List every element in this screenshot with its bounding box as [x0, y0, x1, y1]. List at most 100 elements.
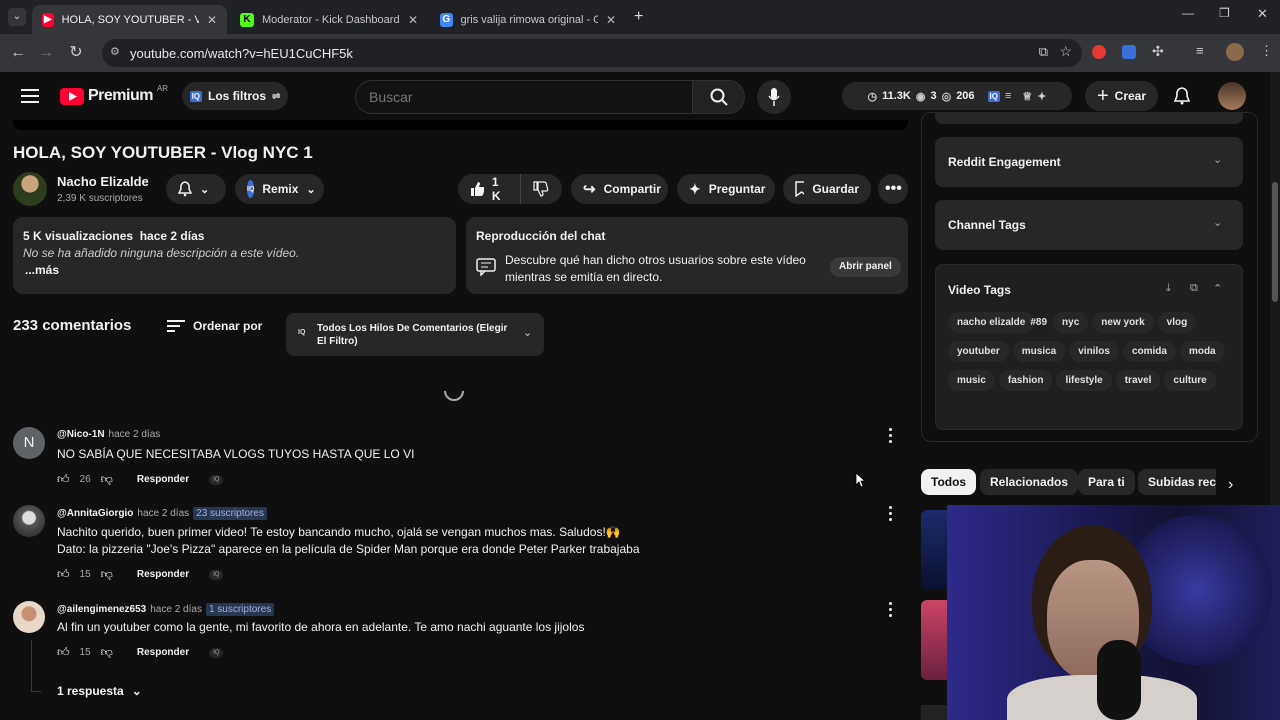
restore-icon[interactable]: ❐ [1219, 6, 1230, 20]
related-video-thumbnail[interactable] [921, 600, 949, 680]
video-tag[interactable]: vinilos [1069, 341, 1119, 362]
video-tag[interactable]: lifestyle [1056, 370, 1112, 391]
chip-related[interactable]: Relacionados [980, 469, 1079, 495]
copy-icon[interactable]: ⧉ [1190, 282, 1198, 295]
comment-dislike-icon[interactable]: 👎︎ [101, 472, 113, 487]
ask-button[interactable]: ✦ Preguntar [677, 174, 775, 204]
save-button[interactable]: Guardar [783, 174, 871, 204]
iq-icon[interactable]: IQ [209, 474, 224, 485]
download-icon[interactable]: ⤓ [1166, 282, 1171, 295]
video-tag[interactable]: music [948, 370, 995, 391]
chevron-down-icon[interactable]: ⌄ [1213, 153, 1222, 166]
install-app-icon[interactable]: ⧉ [1039, 44, 1048, 60]
comment-avatar[interactable] [13, 505, 45, 537]
scrollbar-thumb[interactable] [1272, 182, 1278, 302]
video-tag[interactable]: youtuber [948, 341, 1009, 362]
video-tag[interactable]: comida [1122, 341, 1176, 362]
comment-filter-dropdown[interactable]: IQ Todos Los Hilos De Comentarios (Elegi… [286, 313, 544, 356]
tab-youtube[interactable]: ▶ HOLA, SOY YOUTUBER - Vlog N ✕ [32, 5, 227, 34]
comment-avatar[interactable]: N [13, 427, 45, 459]
comment-like-icon[interactable]: 👍︎ [57, 472, 70, 487]
video-tag[interactable]: fashion [998, 370, 1053, 391]
tab-kick[interactable]: K Moderator - Kick Dashboard ✕ [230, 5, 428, 34]
channel-name[interactable]: Nacho Elizalde [57, 174, 149, 189]
comment-time[interactable]: hace 2 días [150, 604, 202, 615]
comment-reply-button[interactable]: Responder [137, 647, 189, 658]
search-button[interactable] [692, 80, 745, 114]
chevron-up-icon[interactable]: ⌃ [1213, 282, 1222, 295]
description-more-link[interactable]: ...más [25, 263, 59, 277]
extensions-puzzle-icon[interactable]: ✣ [1152, 43, 1164, 60]
video-tag[interactable]: nyc [1053, 312, 1089, 333]
channel-avatar[interactable] [13, 172, 47, 206]
dislike-button[interactable] [520, 174, 562, 204]
iq-icon[interactable]: IQ [209, 647, 224, 658]
reload-icon[interactable]: ↻ [66, 43, 86, 63]
create-button[interactable]: + Crear [1085, 81, 1158, 111]
chip-all[interactable]: Todos [921, 469, 977, 495]
close-tab-icon[interactable]: ✕ [207, 13, 217, 27]
iq-icon[interactable]: IQ [209, 569, 224, 580]
description-card[interactable]: 5 K visualizaciones hace 2 días No se ha… [13, 217, 456, 294]
account-avatar[interactable] [1218, 82, 1246, 110]
video-tag[interactable]: vlog [1157, 312, 1197, 333]
notifications-button[interactable] [1172, 86, 1192, 106]
comment-author[interactable]: @ailengimenez653 [57, 604, 146, 615]
comment-avatar[interactable] [13, 601, 45, 633]
forward-icon[interactable]: → [36, 43, 56, 63]
back-icon[interactable]: ← [8, 43, 28, 63]
extension-red-icon[interactable] [1092, 45, 1106, 59]
extension-translate-icon[interactable] [1122, 45, 1136, 59]
sort-button[interactable]: Ordenar por [167, 319, 262, 333]
subscribe-bell-button[interactable]: ⌄ [166, 174, 226, 204]
browser-menu-icon[interactable]: ⋮ [1260, 43, 1273, 59]
like-button[interactable]: 1 K [458, 174, 520, 204]
remix-button[interactable]: IQ Remix ⌄ [235, 174, 324, 204]
extension-stats-bar[interactable]: ◷ 11.3K ◉ 3 ◎ 206 IQ ≡ ♕ ✦ [842, 82, 1072, 110]
address-bar[interactable]: ⚙ youtube.com/watch?v=hEU1CuCHF5k ⧉ ☆ [102, 39, 1082, 67]
new-tab-icon[interactable]: + [634, 8, 643, 26]
close-window-icon[interactable]: ✕ [1257, 6, 1268, 22]
video-tag[interactable]: travel [1115, 370, 1161, 391]
video-tag[interactable]: musica [1012, 341, 1066, 362]
comment-reply-button[interactable]: Responder [137, 474, 189, 485]
comment-author[interactable]: @Nico-1N [57, 429, 105, 440]
video-tag[interactable]: new york [1092, 312, 1154, 333]
filters-button[interactable]: IQ Los filtros ⇌ [182, 82, 288, 110]
comment-dislike-icon[interactable]: 👎︎ [101, 567, 113, 582]
open-panel-button[interactable]: Abrir panel [830, 257, 901, 277]
bookmark-star-icon[interactable]: ☆ [1059, 43, 1072, 60]
comment-dislike-icon[interactable]: 👎︎ [101, 645, 113, 660]
reddit-engagement-section[interactable]: Reddit Engagement ⌄ [935, 137, 1243, 187]
video-tag[interactable]: culture [1164, 370, 1216, 391]
comment-menu-icon[interactable] [889, 428, 893, 446]
video-tag[interactable]: nacho elizalde [948, 312, 1035, 333]
more-actions-button[interactable]: ••• [878, 174, 908, 204]
comment-menu-icon[interactable] [889, 506, 893, 524]
chevron-down-icon[interactable]: ⌄ [1213, 216, 1222, 229]
chip-recent-uploads[interactable]: Subidas rec [1138, 469, 1216, 495]
video-tag[interactable]: moda [1179, 341, 1225, 362]
video-tag[interactable]: #89 [1028, 312, 1049, 333]
profile-avatar[interactable] [1226, 43, 1244, 61]
tab-search-button[interactable]: ⌄ [8, 8, 26, 26]
voice-search-button[interactable] [757, 80, 791, 114]
comment-time[interactable]: hace 2 días [109, 429, 161, 440]
related-video-thumbnail[interactable] [921, 510, 949, 590]
search-input[interactable] [369, 89, 669, 105]
comment-like-icon[interactable]: 👍︎ [57, 567, 70, 582]
close-tab-icon[interactable]: ✕ [408, 13, 418, 27]
chevron-right-icon[interactable]: › [1228, 476, 1233, 494]
comment-author[interactable]: @AnnitaGiorgio [57, 508, 133, 519]
comment-menu-icon[interactable] [889, 602, 893, 620]
replies-toggle[interactable]: 1 respuesta ⌄ [57, 684, 142, 698]
minimize-icon[interactable]: — [1182, 6, 1194, 20]
channel-tags-section[interactable]: Channel Tags ⌄ [935, 200, 1243, 250]
related-video-thumbnail[interactable] [921, 705, 949, 720]
comment-like-icon[interactable]: 👍︎ [57, 645, 70, 660]
chip-for-you[interactable]: Para ti [1078, 469, 1135, 495]
comment-reply-button[interactable]: Responder [137, 569, 189, 580]
comment-time[interactable]: hace 2 días [137, 508, 189, 519]
youtube-premium-logo[interactable]: Premium AR [60, 84, 168, 106]
site-info-icon[interactable]: ⚙ [110, 45, 120, 58]
